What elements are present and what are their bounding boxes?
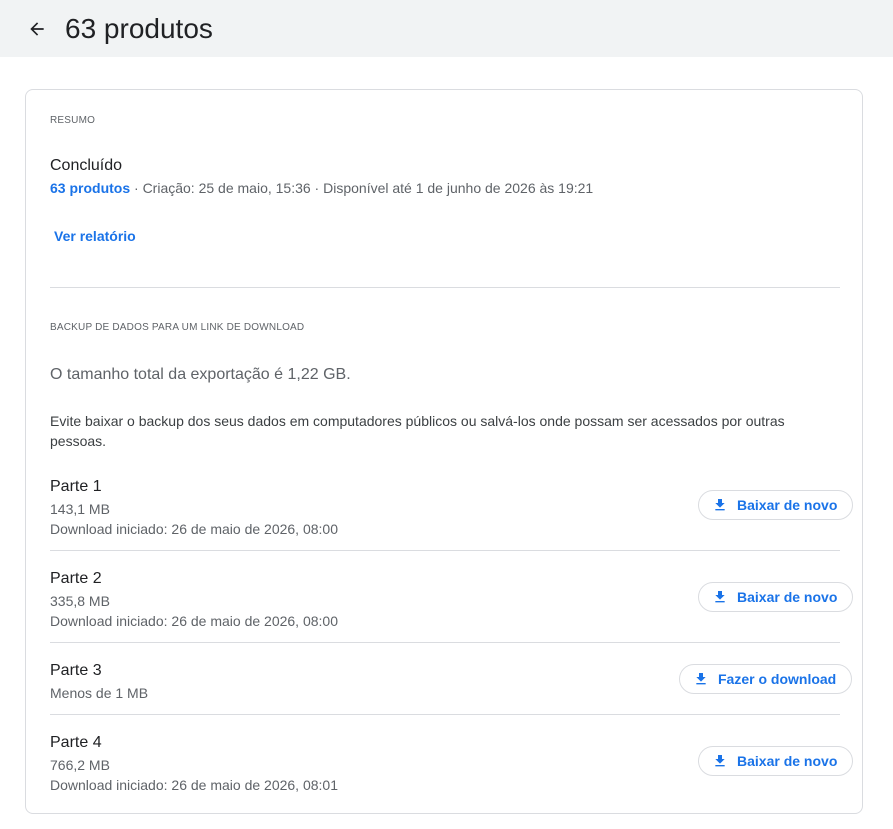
part-size: 335,8 MB [50,593,110,609]
download-button[interactable]: Fazer o download [679,664,853,694]
back-button[interactable] [22,14,52,44]
list-divider [50,642,840,643]
backup-section-label: BACKUP DE DADOS PARA UM LINK DE DOWNLOAD [50,322,305,333]
download-again-button[interactable]: Baixar de novo [698,490,854,520]
part-download-info: Download iniciado: 26 de maio de 2026, 0… [50,613,338,629]
part-title: Parte 1 [50,478,102,495]
page-title: 63 produtos [65,13,213,44]
download-button-label: Baixar de novo [737,753,838,769]
products-link[interactable]: 63 produtos [50,180,130,196]
part-size: 766,2 MB [50,757,110,773]
download-button-label: Baixar de novo [737,497,838,513]
view-report-link[interactable]: Ver relatório [54,228,136,244]
download-icon [712,589,728,605]
part-title: Parte 3 [50,662,102,679]
section-divider [50,287,840,288]
security-warning: Evite baixar o backup dos seus dados em … [50,413,785,449]
download-button-label: Baixar de novo [737,589,838,605]
top-bar: 63 produtos [0,0,893,57]
list-item: Parte 4 766,2 MB Download iniciado: 26 d… [50,734,650,795]
summary-section-label: RESUMO [50,115,96,126]
part-title: Parte 2 [50,570,102,587]
part-size: 143,1 MB [50,501,110,517]
list-divider [50,550,840,551]
export-meta: 63 produtos · Criação: 25 de maio, 15:36… [50,180,593,196]
download-button-label: Fazer o download [718,671,837,687]
part-download-info: Download iniciado: 26 de maio de 2026, 0… [50,521,338,537]
export-card: RESUMO Concluído 63 produtos · Criação: … [25,89,863,814]
part-download-info: Download iniciado: 26 de maio de 2026, 0… [50,777,338,793]
part-size: Menos de 1 MB [50,685,149,701]
total-export-size: O tamanho total da exportação é 1,22 GB. [50,366,351,383]
download-again-button[interactable]: Baixar de novo [698,582,854,612]
arrow-back-icon [27,19,47,39]
export-status: Concluído [50,157,123,174]
part-title: Parte 4 [50,734,102,751]
export-meta-text: · Criação: 25 de maio, 15:36 · Disponíve… [130,180,594,196]
list-item: Parte 1 143,1 MB Download iniciado: 26 d… [50,478,650,539]
download-icon [693,671,709,687]
list-divider [50,714,840,715]
list-item: Parte 3 Menos de 1 MB [50,662,650,703]
download-icon [712,497,728,513]
download-icon [712,753,728,769]
list-item: Parte 2 335,8 MB Download iniciado: 26 d… [50,570,650,631]
download-again-button[interactable]: Baixar de novo [698,746,854,776]
